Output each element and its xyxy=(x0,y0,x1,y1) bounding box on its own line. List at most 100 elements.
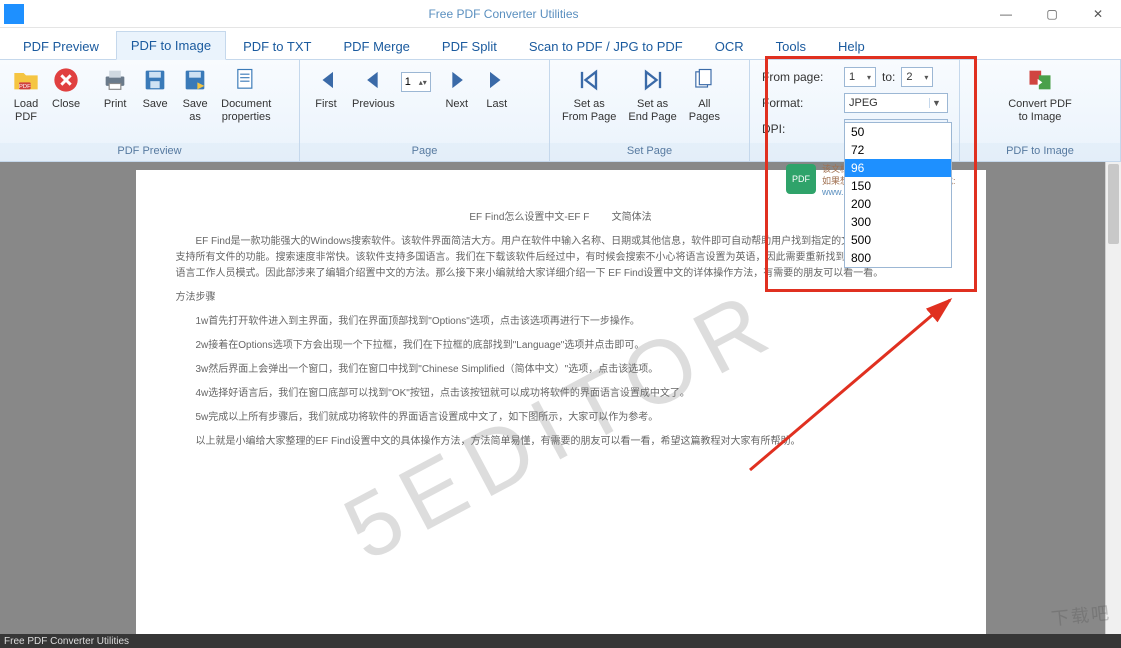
set-end-icon xyxy=(639,66,667,94)
printer-icon xyxy=(101,66,129,94)
dpi-option[interactable]: 50 xyxy=(845,123,951,141)
group-title-pdf-to-image: PDF to Image xyxy=(960,143,1120,161)
dpi-dropdown[interactable]: 50 72 96 150 200 300 500 800 xyxy=(844,122,952,268)
tab-ocr[interactable]: OCR xyxy=(700,32,759,60)
page-number-input[interactable]: 1 ▴▾ xyxy=(401,72,431,92)
first-label: First xyxy=(315,98,336,111)
all-pages-button[interactable]: All Pages xyxy=(683,64,726,126)
minimize-button[interactable]: — xyxy=(983,0,1029,28)
doc-properties-label: Document properties xyxy=(221,98,271,124)
last-page-icon xyxy=(483,66,511,94)
tab-pdf-split[interactable]: PDF Split xyxy=(427,32,512,60)
app-logo-icon xyxy=(4,4,24,24)
dpi-option[interactable]: 500 xyxy=(845,231,951,249)
to-page-input[interactable]: 2▾ xyxy=(901,67,933,87)
tab-scan-to-pdf[interactable]: Scan to PDF / JPG to PDF xyxy=(514,32,698,60)
svg-text:PDF: PDF xyxy=(19,84,31,90)
spinner-icon: ▴▾ xyxy=(419,78,427,87)
close-window-button[interactable]: ✕ xyxy=(1075,0,1121,28)
group-page: First Previous 1 ▴▾ Next Last Page xyxy=(300,60,550,161)
all-pages-icon xyxy=(690,66,718,94)
doc-heading-suffix: 文简体法 xyxy=(612,212,652,223)
dpi-option[interactable]: 72 xyxy=(845,141,951,159)
spinner-icon: ▾ xyxy=(867,73,871,82)
dpi-option[interactable]: 200 xyxy=(845,195,951,213)
close-label: Close xyxy=(52,98,80,111)
page-number-value: 1 xyxy=(405,76,411,88)
load-pdf-button[interactable]: PDF Load PDF xyxy=(6,64,46,126)
set-from-page-button[interactable]: Set as From Page xyxy=(556,64,622,126)
tab-pdf-merge[interactable]: PDF Merge xyxy=(328,32,424,60)
previous-page-button[interactable]: Previous xyxy=(346,64,401,113)
set-from-label: Set as From Page xyxy=(562,98,616,124)
previous-label: Previous xyxy=(352,98,395,111)
to-label: to: xyxy=(882,70,895,84)
first-page-icon xyxy=(312,66,340,94)
next-page-button[interactable]: Next xyxy=(437,64,477,113)
dpi-option[interactable]: 96 xyxy=(845,159,951,177)
format-select[interactable]: JPEG▼ xyxy=(844,93,948,113)
group-settings: From page: 1▾ to: 2▾ Format: JPEG▼ xyxy=(750,60,960,161)
pdf-badge-icon: PDF xyxy=(786,164,816,194)
previous-icon xyxy=(359,66,387,94)
close-icon xyxy=(52,66,80,94)
all-pages-label: All Pages xyxy=(689,98,720,124)
doc-properties-button[interactable]: Document properties xyxy=(215,64,277,126)
next-icon xyxy=(443,66,471,94)
group-title-pdf-preview: PDF Preview xyxy=(0,143,299,161)
tab-help[interactable]: Help xyxy=(823,32,880,60)
load-pdf-label: Load PDF xyxy=(14,98,38,124)
first-page-button[interactable]: First xyxy=(306,64,346,113)
group-title-page: Page xyxy=(300,143,549,161)
ribbon: PDF Load PDF Close Print Save Save as xyxy=(0,60,1121,162)
format-label: Format: xyxy=(762,96,838,110)
to-page-value: 2 xyxy=(906,71,912,83)
doc-step: 4w选择好语言后，我们在窗口底部可以找到"OK"按钮，点击该按钮就可以成功将软件… xyxy=(176,386,946,402)
dpi-label: DPI: xyxy=(762,122,838,136)
vertical-scrollbar[interactable] xyxy=(1105,162,1121,634)
save-as-label: Save as xyxy=(183,98,208,124)
from-page-label: From page: xyxy=(762,70,838,84)
dpi-option[interactable]: 150 xyxy=(845,177,951,195)
next-label: Next xyxy=(445,98,468,111)
doc-heading-prefix: EF Find怎么设置中文-EF F xyxy=(469,212,589,223)
convert-label: Convert PDF to Image xyxy=(1008,98,1072,124)
tab-pdf-preview[interactable]: PDF Preview xyxy=(8,32,114,60)
scrollbar-thumb[interactable] xyxy=(1108,164,1119,244)
save-button[interactable]: Save xyxy=(135,64,175,113)
tab-pdf-to-txt[interactable]: PDF to TXT xyxy=(228,32,326,60)
set-from-icon xyxy=(575,66,603,94)
tab-pdf-to-image[interactable]: PDF to Image xyxy=(116,31,226,60)
save-label: Save xyxy=(143,98,168,111)
maximize-button[interactable]: ▢ xyxy=(1029,0,1075,28)
print-label: Print xyxy=(104,98,127,111)
group-pdf-preview: PDF Load PDF Close Print Save Save as xyxy=(0,60,300,161)
print-button[interactable]: Print xyxy=(95,64,135,113)
folder-open-icon: PDF xyxy=(12,66,40,94)
from-page-input[interactable]: 1▾ xyxy=(844,67,876,87)
title-bar: Free PDF Converter Utilities — ▢ ✕ xyxy=(0,0,1121,28)
last-label: Last xyxy=(486,98,507,111)
last-page-button[interactable]: Last xyxy=(477,64,517,113)
group-title-set-page: Set Page xyxy=(550,143,749,161)
doc-method-title: 方法步骤 xyxy=(176,290,946,306)
doc-step: 2w接着在Options选项下方会出现一个下拉框，我们在下拉框的底部找到"Lan… xyxy=(176,338,946,354)
dpi-option[interactable]: 300 xyxy=(845,213,951,231)
convert-icon xyxy=(1026,66,1054,94)
doc-step: 1w首先打开软件进入到主界面，我们在界面顶部找到"Options"选项，点击该选… xyxy=(176,314,946,330)
main-tabs: PDF Preview PDF to Image PDF to TXT PDF … xyxy=(0,28,1121,60)
document-viewport[interactable]: PDF 该文档由免费PDF大师生成, 如果想去掉该提示, 请访问并下载: www… xyxy=(0,162,1121,634)
save-icon xyxy=(141,66,169,94)
set-end-page-button[interactable]: Set as End Page xyxy=(622,64,682,126)
convert-pdf-to-image-button[interactable]: Convert PDF to Image xyxy=(1002,64,1078,126)
save-as-button[interactable]: Save as xyxy=(175,64,215,126)
status-text: Free PDF Converter Utilities xyxy=(4,636,129,647)
dpi-option[interactable]: 800 xyxy=(845,249,951,267)
spinner-icon: ▾ xyxy=(924,73,928,82)
document-properties-icon xyxy=(232,66,260,94)
window-controls: — ▢ ✕ xyxy=(983,0,1121,28)
window-title: Free PDF Converter Utilities xyxy=(24,7,983,21)
close-button[interactable]: Close xyxy=(46,64,86,113)
doc-conclusion: 以上就是小编给大家整理的EF Find设置中文的具体操作方法，方法简单易懂，有需… xyxy=(176,434,946,450)
tab-tools[interactable]: Tools xyxy=(761,32,821,60)
